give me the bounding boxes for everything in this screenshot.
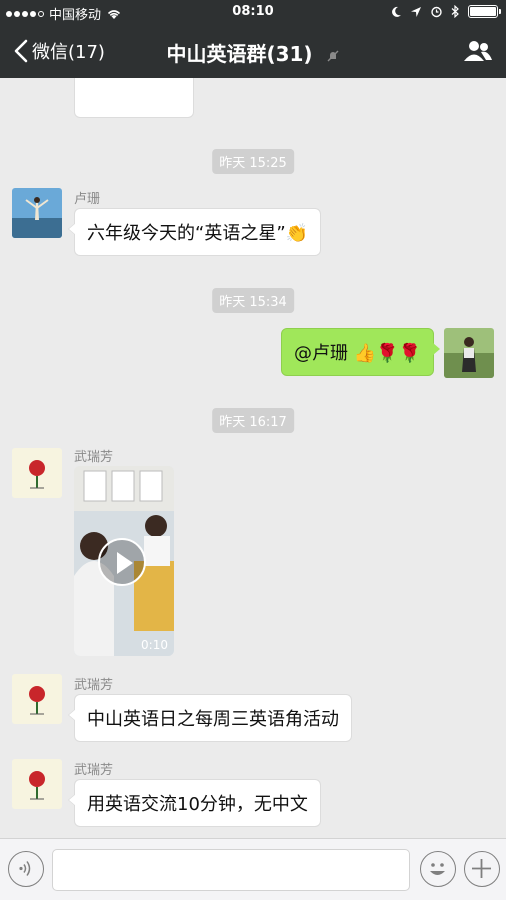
battery-fill (470, 7, 496, 16)
message-bubble[interactable]: 中山英语日之每周三英语角活动 (68, 694, 352, 742)
plus-icon (472, 859, 491, 878)
video-message[interactable]: 0:10 (74, 466, 174, 656)
chat-area[interactable]: 昨天 15:25 卢珊 六年级今天的“英语之星”👏 昨天 15:34 @卢珊 👍… (0, 78, 506, 838)
bell-off-icon (326, 44, 340, 68)
emoji-button[interactable] (420, 851, 456, 887)
previous-message-bubble[interactable] (74, 78, 194, 118)
message-input[interactable] (52, 849, 410, 891)
sender-name: 卢珊 (74, 192, 101, 207)
message-bubble[interactable]: 六年级今天的“英语之星”👏 (67, 208, 322, 256)
avatar[interactable] (12, 674, 62, 724)
group-info-button[interactable] (464, 40, 492, 66)
play-icon[interactable] (98, 538, 146, 586)
people-icon (464, 41, 492, 61)
avatar[interactable] (12, 188, 62, 238)
voice-icon (19, 861, 31, 876)
voice-button[interactable] (8, 851, 44, 887)
input-bar (0, 838, 506, 900)
sender-name: 武瑞芳 (74, 763, 114, 778)
chat-title: 中山英语群(31) (0, 38, 506, 68)
sender-name: 武瑞芳 (74, 450, 114, 465)
nav-bar: 微信(17) 中山英语群(31) (0, 26, 506, 78)
message-bubble[interactable]: 用英语交流10分钟，无中文 (68, 779, 321, 827)
more-button[interactable] (464, 851, 500, 887)
chat-title-text: 中山英语群(31) (166, 42, 313, 66)
video-duration: 0:10 (141, 638, 168, 652)
bluetooth-icon (451, 5, 459, 18)
sender-name: 武瑞芳 (74, 678, 114, 693)
timestamp: 昨天 16:17 (212, 408, 294, 433)
battery-icon (468, 5, 501, 18)
avatar[interactable] (12, 759, 62, 809)
timestamp: 昨天 15:25 (212, 149, 294, 174)
alarm-icon (431, 6, 442, 18)
emoji-icon (430, 863, 445, 875)
location-icon (411, 6, 421, 17)
timestamp: 昨天 15:34 (212, 288, 294, 313)
avatar[interactable] (444, 328, 494, 378)
message-bubble[interactable]: @卢珊 👍🌹🌹 (281, 328, 440, 376)
avatar[interactable] (12, 448, 62, 498)
moon-icon (392, 6, 401, 17)
status-bar: 中国移动 08:10 (0, 0, 506, 26)
